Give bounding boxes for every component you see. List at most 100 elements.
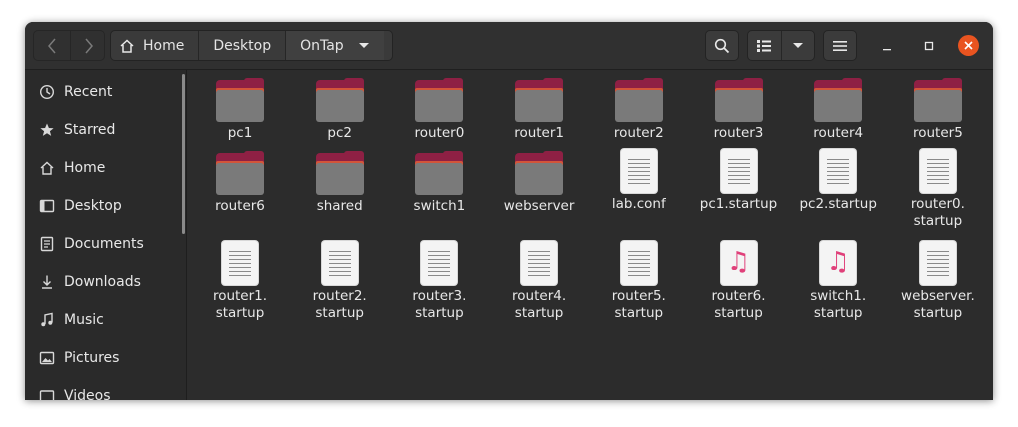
sidebar-item-label: Documents <box>64 236 144 252</box>
file-name-label: shared <box>316 198 363 214</box>
documents-icon <box>39 236 55 252</box>
sidebar-scrollbar[interactable] <box>182 74 185 234</box>
text-file-icon <box>919 241 956 285</box>
file-name-label: pc1 <box>227 125 253 141</box>
hamburger-menu-icon <box>833 40 847 51</box>
file-item[interactable]: ♫ switch1. startup <box>790 241 886 322</box>
file-name-label: router6. startup <box>711 288 766 321</box>
chevron-down-icon <box>792 42 803 48</box>
breadcrumb-desktop[interactable]: Desktop <box>199 31 287 60</box>
file-item[interactable]: router2. startup <box>292 241 388 322</box>
sidebar-item-pictures[interactable]: Pictures <box>25 339 183 377</box>
file-item[interactable]: router4. startup <box>491 241 587 322</box>
folder-icon <box>814 78 863 122</box>
folder-item[interactable]: switch1 <box>391 149 487 215</box>
sidebar-item-videos[interactable]: Videos <box>25 377 183 400</box>
file-name-label: pc1.startup <box>699 196 778 212</box>
folder-item[interactable]: router6 <box>192 149 288 215</box>
sidebar-item-music[interactable]: Music <box>25 301 183 339</box>
text-file-icon <box>720 149 757 193</box>
chevron-down-icon[interactable] <box>358 42 370 50</box>
home-icon <box>39 160 55 176</box>
file-item[interactable]: pc2.startup <box>790 149 886 213</box>
sidebar-item-label: Videos <box>64 388 111 400</box>
sidebar-item-recent[interactable]: Recent <box>25 73 183 111</box>
text-file-icon <box>820 149 857 193</box>
file-name-label: router0 <box>414 125 465 141</box>
folder-item[interactable]: router4 <box>790 76 886 142</box>
file-grid: pc1 pc2 router0 router1 router2 router3 router… <box>187 70 993 400</box>
file-name-label: router4. startup <box>512 288 567 321</box>
main-menu-button[interactable] <box>823 30 857 61</box>
search-button[interactable] <box>705 30 739 61</box>
sidebar-item-label: Recent <box>64 84 113 100</box>
text-file-icon <box>222 241 258 285</box>
navigation-buttons <box>33 30 105 61</box>
folder-icon <box>714 78 763 122</box>
sidebar: Recent Starred Home Desktop Documents Do… <box>25 70 187 400</box>
folder-item[interactable]: pc1 <box>192 76 288 142</box>
maximize-icon <box>924 41 934 51</box>
folder-icon <box>415 78 464 122</box>
file-name-label: webserver. startup <box>901 288 975 321</box>
sidebar-item-documents[interactable]: Documents <box>25 225 183 263</box>
folder-item[interactable]: shared <box>292 149 388 215</box>
file-name-label: router1 <box>514 125 564 141</box>
folder-item[interactable]: webserver <box>491 149 587 215</box>
file-name-label: router2. startup <box>312 288 367 321</box>
sidebar-item-downloads[interactable]: Downloads <box>25 263 183 301</box>
minimize-button[interactable] <box>877 36 897 56</box>
folder-icon <box>315 151 364 195</box>
folder-item[interactable]: pc2 <box>292 76 388 142</box>
clock-icon <box>39 84 55 100</box>
folder-item[interactable]: router2 <box>591 76 687 142</box>
folder-item[interactable]: router0 <box>391 76 487 142</box>
music-icon <box>39 312 55 328</box>
file-item[interactable]: router3. startup <box>391 241 487 322</box>
sidebar-item-desktop[interactable]: Desktop <box>25 187 183 225</box>
file-item[interactable]: router0. startup <box>890 149 986 230</box>
sidebar-item-label: Pictures <box>64 350 120 366</box>
close-button[interactable] <box>958 35 979 56</box>
back-button[interactable] <box>34 31 69 60</box>
breadcrumb-current[interactable]: OnTap <box>286 31 384 60</box>
text-file-icon <box>620 149 657 193</box>
star-icon <box>39 122 55 138</box>
breadcrumb-label: Home <box>143 37 185 54</box>
audio-file-icon: ♫ <box>820 241 857 285</box>
desktop-icon <box>39 198 55 214</box>
folder-item[interactable]: router5 <box>890 76 986 142</box>
list-view-button[interactable] <box>748 31 782 60</box>
breadcrumb-label: Desktop <box>213 37 272 54</box>
folder-item[interactable]: router1 <box>491 76 587 142</box>
file-name-label: router3 <box>713 125 764 141</box>
sidebar-item-home[interactable]: Home <box>25 149 183 187</box>
file-name-label: router5. startup <box>611 288 666 321</box>
folder-icon <box>913 78 962 122</box>
minimize-icon <box>883 49 891 51</box>
file-item[interactable]: router5. startup <box>591 241 687 322</box>
maximize-button[interactable] <box>919 36 939 56</box>
file-name-label: router5 <box>912 125 963 141</box>
file-item[interactable]: pc1.startup <box>691 149 787 213</box>
file-item[interactable]: lab.conf <box>591 149 687 213</box>
sidebar-item-label: Downloads <box>64 274 141 290</box>
folder-item[interactable]: router3 <box>691 76 787 142</box>
folder-icon <box>216 78 264 122</box>
folder-icon <box>415 151 464 195</box>
file-name-label: router0. startup <box>910 196 965 229</box>
file-item[interactable]: webserver. startup <box>890 241 986 322</box>
folder-icon <box>515 78 564 122</box>
text-file-icon <box>620 241 657 285</box>
sidebar-item-label: Desktop <box>64 198 122 214</box>
breadcrumb-home[interactable]: Home <box>111 31 200 60</box>
forward-button[interactable] <box>70 31 106 60</box>
file-item[interactable]: ♫ router6. startup <box>691 241 787 322</box>
search-icon <box>714 38 730 53</box>
header-bar: Home Desktop OnTap <box>25 22 993 70</box>
sidebar-item-starred[interactable]: Starred <box>25 111 183 149</box>
view-options-button[interactable] <box>782 31 814 60</box>
file-item[interactable]: router1. startup <box>192 241 288 322</box>
file-name-label: router1. startup <box>212 288 268 321</box>
close-icon <box>964 41 973 50</box>
